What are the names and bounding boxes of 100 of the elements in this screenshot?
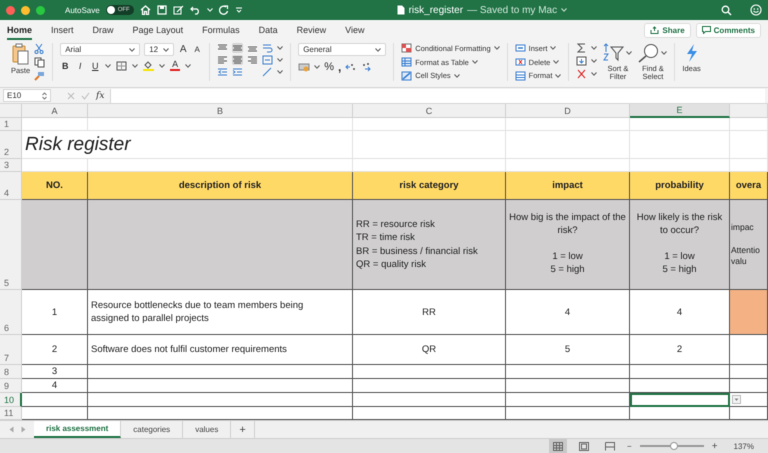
merge-icon[interactable] <box>262 55 274 65</box>
page-break-view-icon[interactable] <box>605 442 616 450</box>
sheet-tab[interactable]: risk assessment <box>34 421 122 438</box>
clear-icon[interactable] <box>576 69 588 79</box>
underline-button[interactable]: U <box>90 60 100 70</box>
row-header[interactable]: 7 <box>0 335 22 365</box>
legend-text: impac Attentio valu <box>730 200 768 290</box>
column-heading: overa <box>730 172 768 200</box>
text-orientation-icon[interactable] <box>262 67 274 77</box>
table-cell: Software does not fulfil customer requirements <box>88 335 353 365</box>
conditional-formatting-icon[interactable] <box>401 43 412 54</box>
percent-button[interactable]: % <box>324 61 334 73</box>
search-icon[interactable] <box>721 4 732 16</box>
format-cells-icon[interactable] <box>514 70 526 81</box>
column-header[interactable]: E <box>630 104 730 118</box>
comma-button[interactable]: , <box>338 60 342 74</box>
redo-icon[interactable] <box>218 5 229 15</box>
bold-button[interactable]: B <box>60 60 70 70</box>
comments-button[interactable]: Comments <box>696 22 761 38</box>
decrease-indent-icon[interactable] <box>217 67 228 77</box>
minimize-button[interactable] <box>21 6 30 14</box>
undo-icon[interactable] <box>190 5 201 15</box>
align-right-icon[interactable] <box>247 55 258 65</box>
align-left-icon[interactable] <box>217 55 228 65</box>
column-header[interactable]: B <box>88 104 353 118</box>
number-format-field[interactable]: General <box>298 43 386 56</box>
row-header[interactable]: 4 <box>0 172 22 200</box>
customize-caret-icon[interactable] <box>234 7 243 13</box>
caret-icon <box>132 64 138 68</box>
empty-cell <box>730 131 768 159</box>
ribbon-tab[interactable]: View <box>345 20 364 40</box>
cell-styles-icon[interactable] <box>401 70 412 81</box>
column-heading: description of risk <box>88 172 353 200</box>
row-header[interactable]: 9 <box>0 379 22 393</box>
column-header[interactable]: C <box>353 104 506 118</box>
row-header[interactable]: 1 <box>0 118 22 131</box>
zoom-button[interactable] <box>36 6 45 14</box>
scissors-icon[interactable] <box>34 43 44 54</box>
shrink-font-button[interactable]: A <box>192 45 202 54</box>
ribbon-tab[interactable]: Formulas <box>202 20 240 40</box>
currency-icon[interactable] <box>298 62 310 72</box>
table-cell: 5 <box>506 335 630 365</box>
wrap-text-icon[interactable] <box>262 43 274 53</box>
legend-text: How likely is the risk to occur? 1 = low 5 = high <box>630 200 730 290</box>
smiley-icon[interactable] <box>750 4 762 16</box>
increase-indent-icon[interactable] <box>232 67 244 77</box>
table-cell: 1 <box>22 290 88 335</box>
selected-cell[interactable] <box>630 393 730 407</box>
share-button[interactable]: Share <box>644 22 691 38</box>
row-header[interactable]: 2 <box>0 131 22 159</box>
ribbon-tab[interactable]: Data <box>258 20 278 40</box>
grow-font-button[interactable]: A <box>178 44 188 55</box>
ribbon-tab[interactable]: Insert <box>51 20 74 40</box>
zoom-slider-thumb[interactable] <box>670 442 678 450</box>
page-layout-view-icon[interactable] <box>579 442 590 450</box>
autosum-icon[interactable] <box>576 43 588 53</box>
delete-cells-icon[interactable] <box>514 57 526 67</box>
insert-cells-icon[interactable] <box>514 43 526 54</box>
autocomplete-caret-icon[interactable] <box>732 395 741 404</box>
ribbon-tab[interactable]: Review <box>296 20 326 40</box>
formula-input[interactable] <box>110 88 765 102</box>
column-header[interactable]: A <box>22 104 88 118</box>
stepper-icon <box>42 92 47 100</box>
row-header[interactable]: 8 <box>0 365 22 379</box>
copy-icon[interactable] <box>34 57 46 68</box>
font-size-field[interactable]: 12 <box>144 43 174 56</box>
italic-button[interactable]: I <box>75 60 86 70</box>
ribbon-tab[interactable]: Page Layout <box>132 20 184 40</box>
borders-icon[interactable] <box>116 60 128 70</box>
table-icon[interactable] <box>401 57 412 67</box>
align-middle-icon[interactable] <box>232 43 244 53</box>
save-icon[interactable] <box>156 5 167 15</box>
edit-icon[interactable] <box>172 5 184 15</box>
row-header[interactable]: 3 <box>0 159 22 172</box>
zoom-level: 137% <box>734 442 754 450</box>
caret-icon <box>591 59 598 63</box>
caret-icon <box>159 64 166 68</box>
font-color-button[interactable]: A <box>170 60 180 71</box>
row-header[interactable]: 11 <box>0 407 22 420</box>
fill-color-icon[interactable] <box>143 60 154 71</box>
column-header[interactable]: D <box>506 104 630 118</box>
save-status: — Saved to my Mac <box>467 4 558 16</box>
column-heading: probability <box>630 172 730 200</box>
decrease-decimal-icon[interactable] <box>360 62 372 72</box>
insert-function-button[interactable]: fx <box>96 90 104 100</box>
row-header[interactable]: 6 <box>0 290 22 335</box>
name-box[interactable]: E10 <box>3 89 51 102</box>
home-icon[interactable] <box>140 5 151 15</box>
caret-icon <box>129 48 136 52</box>
fill-icon[interactable] <box>576 56 588 66</box>
document-icon <box>396 5 405 15</box>
row-header[interactable]: 10 <box>0 393 22 407</box>
font-field[interactable]: Arial <box>60 43 140 56</box>
normal-view-icon[interactable] <box>553 442 564 450</box>
ribbon-tab[interactable]: Draw <box>92 20 114 40</box>
zoom-in-button[interactable]: + <box>712 440 718 452</box>
increase-decimal-icon[interactable] <box>345 62 356 72</box>
align-center-icon[interactable] <box>232 55 244 65</box>
row-header[interactable]: 5 <box>0 200 22 290</box>
zoom-out-button[interactable]: − <box>627 442 632 450</box>
